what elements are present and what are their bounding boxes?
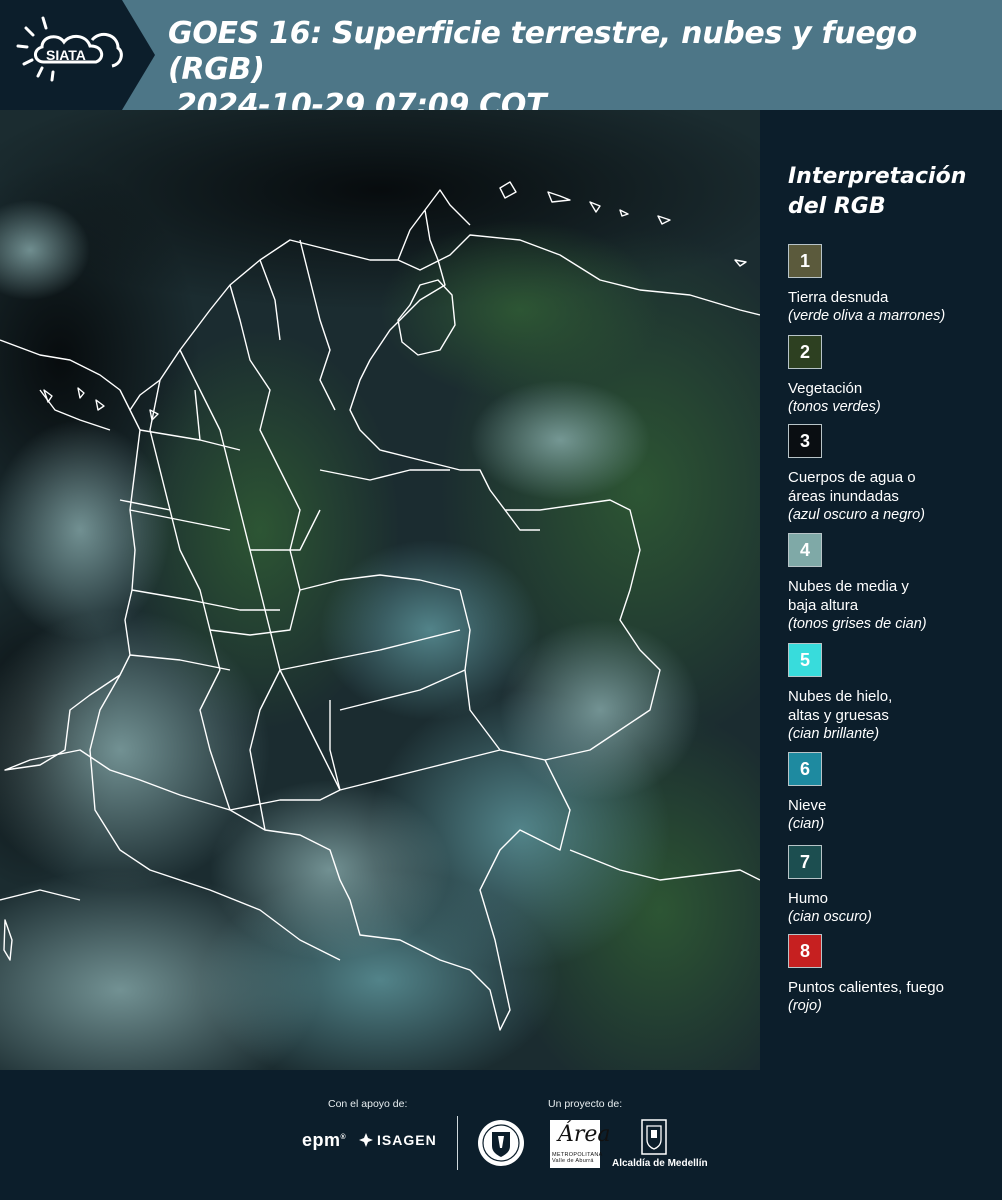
legend-label: Puntos calientes, fuego xyxy=(788,979,944,996)
swatch-8: 8 xyxy=(788,934,822,968)
legend-label: Tierra desnuda xyxy=(788,289,889,306)
university-seal-icon xyxy=(476,1118,526,1173)
swatch-7: 7 xyxy=(788,845,822,879)
legend-item-ice-clouds: 5 Nubes de hielo, altas y gruesas (cian … xyxy=(788,643,998,744)
support-label: Con el apoyo de: xyxy=(328,1098,408,1110)
epm-logo-text: epm xyxy=(302,1130,341,1150)
siata-logo: SIATA xyxy=(0,0,155,110)
legend-label: Vegetación xyxy=(788,380,863,397)
legend-label: Nubes de media y baja altura xyxy=(788,578,909,614)
footer-divider xyxy=(457,1116,458,1170)
legend-item-fire: 8 Puntos calientes, fuego (rojo) xyxy=(788,934,998,1016)
legend-item-smoke: 7 Humo (cian oscuro) xyxy=(788,845,998,927)
swatch-3: 3 xyxy=(788,424,822,458)
project-label: Un proyecto de: xyxy=(548,1098,623,1110)
page-title: GOES 16: Superficie terrestre, nubes y f… xyxy=(168,16,998,124)
siata-logo-text: SIATA xyxy=(46,47,86,63)
epm-logo: epm® xyxy=(302,1130,347,1150)
title-line1: GOES 16: Superficie terrestre, nubes y f… xyxy=(168,16,917,87)
area-metropolitana-logo: Área METROPOLITANA Valle de Aburrá xyxy=(550,1120,611,1168)
legend-desc: (cian oscuro) xyxy=(788,909,872,925)
map-canvas xyxy=(0,110,760,1070)
swatch-6: 6 xyxy=(788,752,822,786)
footer: Con el apoyo de: Un proyecto de: epm® IS… xyxy=(0,1070,1002,1200)
swatch-1: 1 xyxy=(788,244,822,278)
amva-logo-subtitle: METROPOLITANA Valle de Aburrá xyxy=(552,1152,603,1164)
legend-panel: Interpretación del RGB 1 Tierra desnuda … xyxy=(760,110,1002,1070)
legend-desc: (verde oliva a marrones) xyxy=(788,308,946,324)
swatch-5: 5 xyxy=(788,643,822,677)
legend-title: Interpretación del RGB xyxy=(788,164,967,219)
isagen-logo: ISAGEN xyxy=(358,1132,437,1148)
header-bar: SIATA GOES 16: Superficie terrestre, nub… xyxy=(0,0,1002,123)
legend-label: Cuerpos de agua o áreas inundadas xyxy=(788,469,916,505)
isagen-logo-text: ISAGEN xyxy=(377,1132,437,1148)
satellite-map xyxy=(0,110,760,1070)
alcaldia-label: Alcaldía de Medellín xyxy=(612,1158,708,1169)
legend-desc: (tonos grises de cian) xyxy=(788,616,927,632)
legend-desc: (cian) xyxy=(788,816,825,832)
legend-label: Humo xyxy=(788,890,829,907)
alcaldia-shield-icon xyxy=(640,1118,668,1161)
legend-label: Nieve xyxy=(788,797,827,814)
legend-desc: (cian brillante) xyxy=(788,726,880,742)
legend-desc: (tonos verdes) xyxy=(788,399,881,415)
amva-logo-title: Área xyxy=(558,1122,611,1147)
legend-desc: (azul oscuro a negro) xyxy=(788,507,926,523)
legend-item-bare-land: 1 Tierra desnuda (verde oliva a marrones… xyxy=(788,244,998,326)
swatch-2: 2 xyxy=(788,335,822,369)
legend-item-snow: 6 Nieve (cian) xyxy=(788,752,998,834)
isagen-icon xyxy=(359,1133,373,1147)
legend-item-mid-low-clouds: 4 Nubes de media y baja altura (tonos gr… xyxy=(788,533,998,634)
legend-item-vegetation: 2 Vegetación (tonos verdes) xyxy=(788,335,998,417)
swatch-4: 4 xyxy=(788,533,822,567)
legend-desc: (rojo) xyxy=(788,998,822,1014)
legend-item-water: 3 Cuerpos de agua o áreas inundadas (azu… xyxy=(788,424,998,525)
legend-label: Nubes de hielo, altas y gruesas xyxy=(788,688,893,724)
